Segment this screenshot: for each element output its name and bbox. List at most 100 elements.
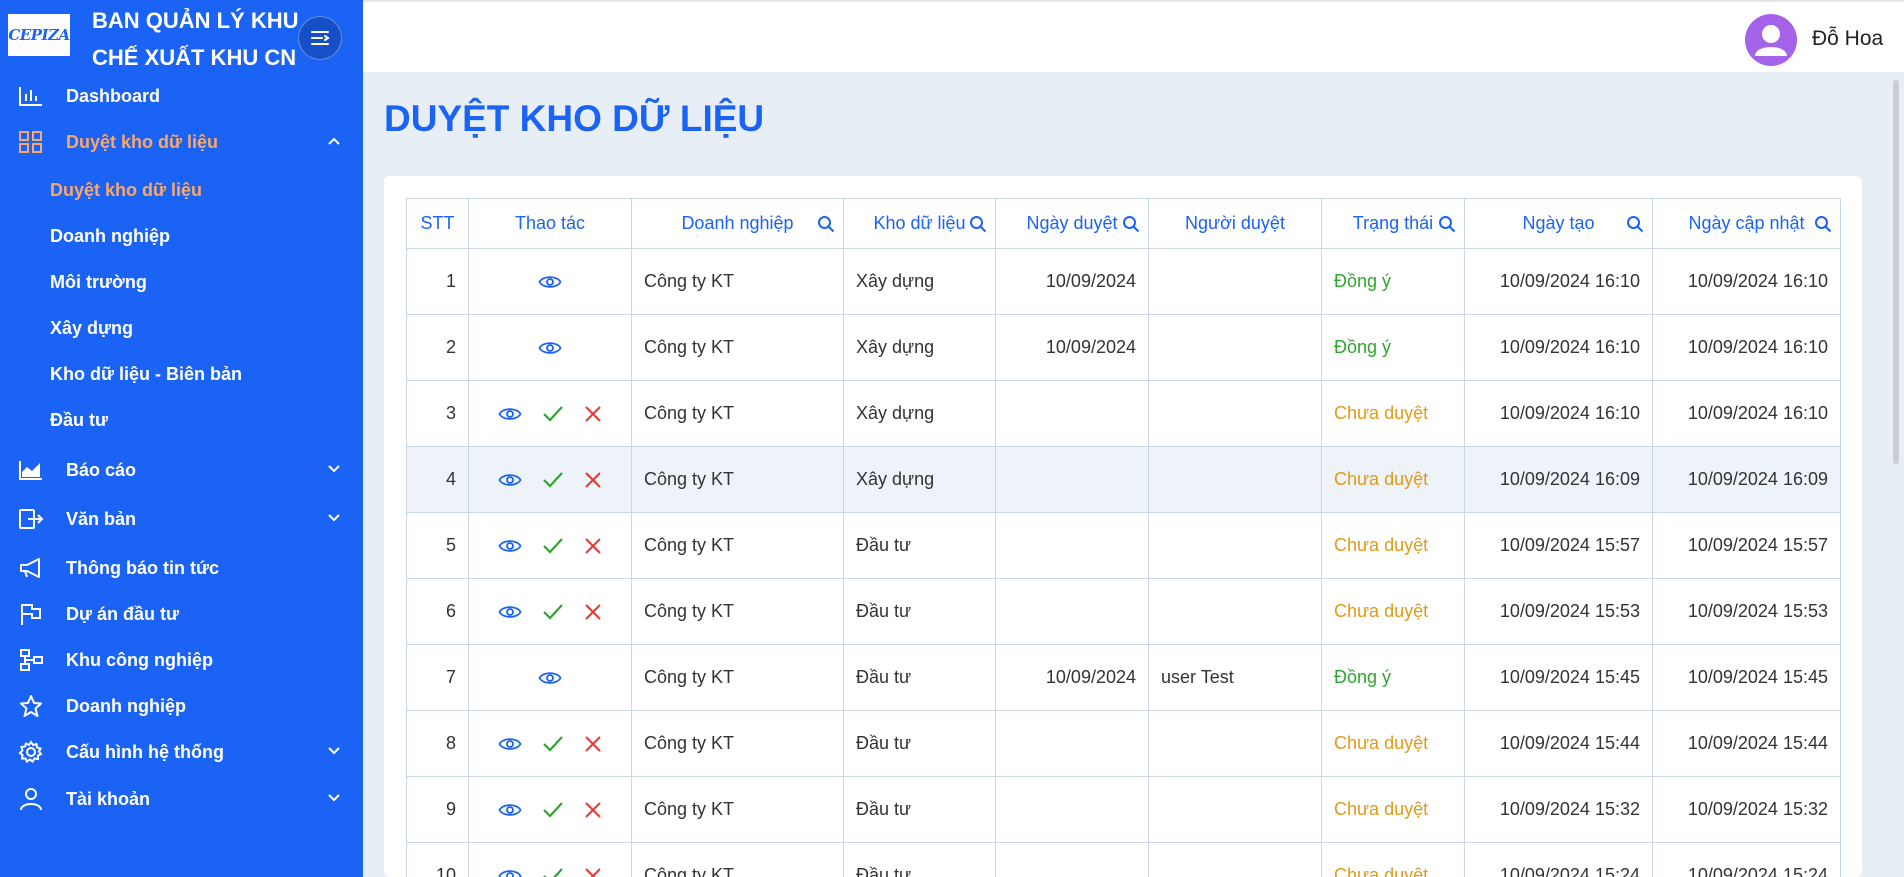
sidebar-item-label: Duyệt kho dữ liệu	[66, 131, 219, 152]
table-row[interactable]: 2 Công ty KT Xây dựng 10/09/2024 Đồng ý 10/09…	[406, 314, 1841, 381]
table-row[interactable]: 1 Công ty KT Xây dựng 10/09/2024 Đồng ý 10/09…	[406, 248, 1841, 315]
reject-icon[interactable]	[584, 471, 602, 489]
cell-repository: Đầu tư	[843, 710, 996, 777]
user-avatar-icon	[1755, 25, 1787, 56]
chevron-down-icon	[328, 514, 340, 522]
cell-stt: 9	[406, 776, 469, 843]
column-header-actions: Thao tác	[468, 198, 632, 249]
cell-company: Công ty KT	[631, 314, 844, 381]
table-row[interactable]: 7 Công ty KT Đầu tư 10/09/2024 user Test Đồng…	[406, 644, 1841, 711]
table-row[interactable]: 4 Công ty KT Xây dựng Chưa duyệt 10/09/2024 …	[406, 446, 1841, 513]
chevron-down-icon	[328, 465, 340, 473]
search-icon[interactable]	[969, 215, 987, 233]
cell-updated: 10/09/2024 16:10	[1652, 314, 1841, 381]
view-icon[interactable]	[538, 340, 562, 356]
cell-company: Công ty KT	[631, 644, 844, 711]
area-chart-icon	[19, 461, 42, 480]
sidebar-item-label: Dashboard	[66, 85, 161, 106]
sidebar-item-industrial-zones[interactable]: Khu công nghiệp	[0, 640, 363, 680]
cell-repository: Xây dựng	[843, 380, 996, 447]
table-row[interactable]: 6 Công ty KT Đầu tư Chưa duyệt 10/09/2024 15…	[406, 578, 1841, 645]
cell-approver	[1148, 314, 1322, 381]
top-header	[363, 0, 1904, 72]
subitem-environment[interactable]: Môi trường	[50, 264, 147, 300]
subitem-investment[interactable]: Đầu tư	[50, 402, 108, 438]
table-row[interactable]: 9 Công ty KT Đầu tư Chưa duyệt 10/09/2024 15…	[406, 776, 1841, 843]
table-row[interactable]: 8 Công ty KT Đầu tư Chưa duyệt 10/09/2024 15…	[406, 710, 1841, 777]
search-icon[interactable]	[1122, 215, 1140, 233]
subitem-construction[interactable]: Xây dựng	[50, 310, 133, 346]
cell-repository: Đầu tư	[843, 512, 996, 579]
sidebar-item-enterprises[interactable]: Doanh nghiệp	[0, 686, 363, 726]
bar-chart-icon	[19, 87, 42, 106]
approve-icon[interactable]	[542, 801, 564, 819]
star-icon	[20, 695, 42, 717]
table-header-row: STT Thao tác Doanh nghiệp Kho dữ liệu Ng…	[406, 198, 1841, 249]
cell-approved-date: 10/09/2024	[995, 644, 1149, 711]
approve-icon[interactable]	[542, 603, 564, 621]
reject-icon[interactable]	[584, 603, 602, 621]
sidebar-item-data-approval[interactable]: Duyệt kho dữ liệu	[0, 122, 363, 162]
reject-icon[interactable]	[584, 405, 602, 423]
column-header-created: Ngày tạo	[1464, 198, 1653, 249]
sidebar-item-reports[interactable]: Báo cáo	[0, 450, 363, 490]
approve-icon[interactable]	[542, 405, 564, 423]
cell-created: 10/09/2024 15:57	[1464, 512, 1653, 579]
sidebar-item-investment-projects[interactable]: Dự án đầu tư	[0, 594, 363, 634]
view-icon[interactable]	[538, 274, 562, 290]
table-row[interactable]: 3 Công ty KT Xây dựng Chưa duyệt 10/09/2024 …	[406, 380, 1841, 447]
subitem-repository-minutes[interactable]: Kho dữ liệu - Biên bản	[50, 356, 242, 392]
search-icon[interactable]	[817, 215, 835, 233]
approve-icon[interactable]	[542, 867, 564, 877]
sidebar-item-label: Doanh nghiệp	[66, 695, 186, 716]
table-row[interactable]: 10 Công ty KT Đầu tư Chưa duyệt 10/09/2024 1…	[406, 842, 1841, 877]
reject-icon[interactable]	[584, 735, 602, 753]
cell-created: 10/09/2024 16:10	[1464, 314, 1653, 381]
sidebar-item-dashboard[interactable]: Dashboard	[0, 76, 363, 116]
cell-repository: Xây dựng	[843, 314, 996, 381]
cell-updated: 10/09/2024 15:57	[1652, 512, 1841, 579]
sidebar-item-news[interactable]: Thông báo tin tức	[0, 548, 363, 588]
chevron-down-icon	[328, 794, 340, 802]
view-icon[interactable]	[498, 604, 522, 620]
view-icon[interactable]	[498, 736, 522, 752]
status-badge: Chưa duyệt	[1321, 710, 1465, 777]
search-icon[interactable]	[1814, 215, 1832, 233]
logo[interactable]: CEPIZA	[6, 12, 72, 58]
reject-icon[interactable]	[584, 537, 602, 555]
approve-icon[interactable]	[542, 471, 564, 489]
cell-approver	[1148, 776, 1322, 843]
search-icon[interactable]	[1626, 215, 1644, 233]
view-icon[interactable]	[498, 472, 522, 488]
username[interactable]: Đỗ Hoa	[1812, 27, 1883, 51]
cell-stt: 5	[406, 512, 469, 579]
status-badge: Chưa duyệt	[1321, 512, 1465, 579]
reject-icon[interactable]	[584, 801, 602, 819]
view-icon[interactable]	[538, 670, 562, 686]
view-icon[interactable]	[498, 802, 522, 818]
view-icon[interactable]	[498, 538, 522, 554]
sidebar-item-account[interactable]: Tài khoản	[0, 779, 363, 819]
avatar[interactable]	[1745, 14, 1797, 66]
approve-icon[interactable]	[542, 735, 564, 753]
sidebar-item-system-config[interactable]: Cấu hình hệ thống	[0, 732, 363, 772]
cell-repository: Đầu tư	[843, 776, 996, 843]
cell-approver	[1148, 710, 1322, 777]
cell-stt: 6	[406, 578, 469, 645]
cell-company: Công ty KT	[631, 512, 844, 579]
cell-created: 10/09/2024 15:24	[1464, 842, 1653, 877]
sidebar-item-documents[interactable]: Văn bản	[0, 499, 363, 539]
cell-updated: 10/09/2024 15:45	[1652, 644, 1841, 711]
approve-icon[interactable]	[542, 537, 564, 555]
cell-actions	[468, 644, 632, 711]
reject-icon[interactable]	[584, 867, 602, 877]
view-icon[interactable]	[498, 406, 522, 422]
subitem-data-approval[interactable]: Duyệt kho dữ liệu	[50, 172, 202, 208]
view-icon[interactable]	[498, 868, 522, 877]
page-scrollbar[interactable]	[1893, 80, 1899, 464]
search-icon[interactable]	[1438, 215, 1456, 233]
cell-actions	[468, 446, 632, 513]
subitem-enterprise[interactable]: Doanh nghiệp	[50, 218, 170, 254]
table-row[interactable]: 5 Công ty KT Đầu tư Chưa duyệt 10/09/2024 15…	[406, 512, 1841, 579]
sidebar-toggle-button[interactable]	[298, 16, 342, 60]
